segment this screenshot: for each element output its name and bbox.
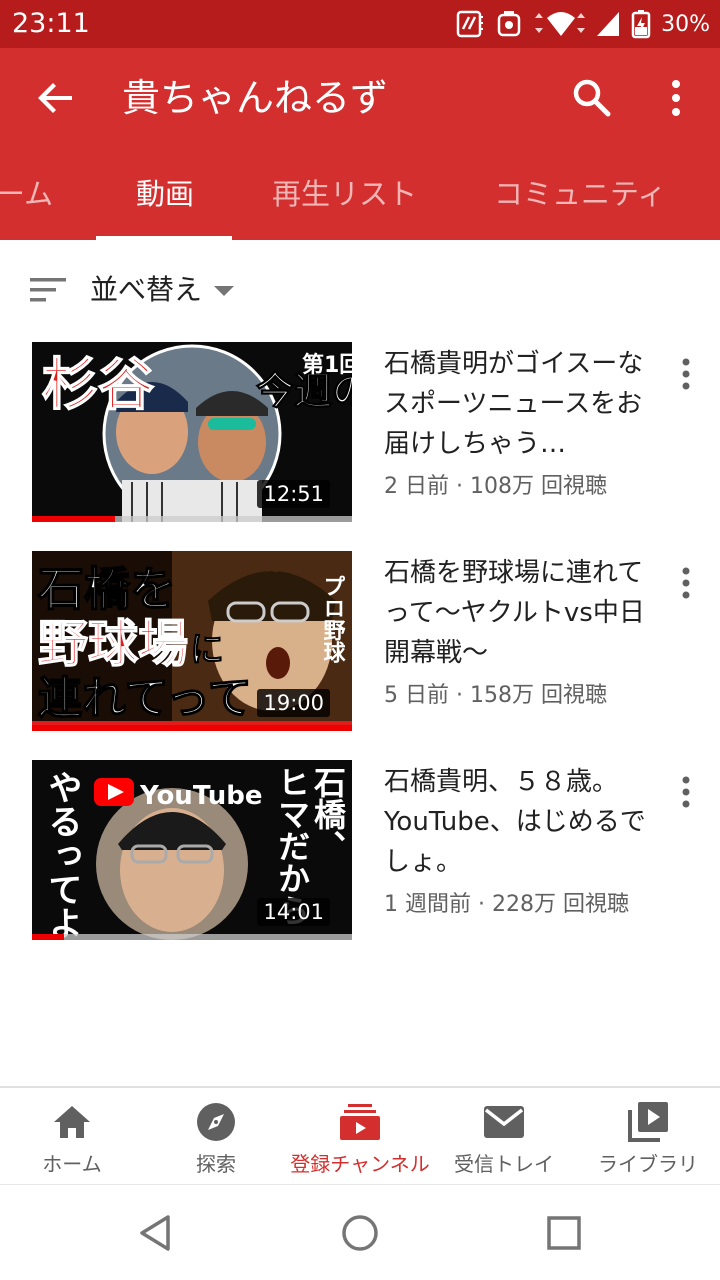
library-icon: [628, 1102, 668, 1142]
dropdown-caret-icon: [214, 286, 234, 296]
video-menu-icon[interactable]: [668, 563, 704, 603]
subscriptions-icon: [340, 1104, 380, 1140]
back-arrow-icon[interactable]: [32, 74, 80, 122]
search-icon[interactable]: [568, 74, 616, 122]
wifi-icon: [535, 12, 586, 36]
nav-library[interactable]: ライブラリ: [576, 1088, 720, 1184]
video-duration: 12:51: [257, 480, 330, 508]
video-title[interactable]: 石橋貴明がゴイスーなスポーツニュースをお届けしちゃう…: [384, 344, 654, 464]
video-item[interactable]: 石橋を 野球場 に 連れてって プロ野球 19:00 石橋を野球場に連れてって〜…: [0, 551, 720, 731]
nav-label: 登録チャンネル: [290, 1152, 430, 1176]
channel-tabs: ーム 動画 再生リスト コミュニティ: [0, 168, 720, 240]
nav-label: 探索: [196, 1152, 236, 1176]
nav-inbox[interactable]: 受信トレイ: [432, 1088, 576, 1184]
thumbnail-caption-line3: 連れてって: [38, 673, 252, 724]
nav-subscriptions[interactable]: 登録チャンネル: [288, 1088, 432, 1184]
thumbnail-caption-right1: 石橋、: [309, 766, 347, 862]
video-item[interactable]: 杉谷 今週の 第1回 12:51 石橋貴明がゴイスーなスポーツニュースをお届けし…: [0, 342, 720, 522]
status-time: 23:11: [12, 8, 90, 39]
alarm-icon: [497, 11, 521, 37]
thumbnail-caption-line2: 野球場: [38, 614, 188, 673]
video-menu-icon[interactable]: [668, 354, 704, 394]
battery-percent: 30%: [661, 11, 710, 37]
sort-control[interactable]: 並べ替え: [0, 260, 720, 324]
video-menu-icon[interactable]: [668, 772, 704, 812]
watch-progress-fill: [32, 934, 64, 940]
watch-progress: [32, 725, 352, 731]
sort-icon: [30, 278, 66, 302]
video-duration: 14:01: [257, 898, 330, 926]
video-item[interactable]: やるってよ YouTube 石橋、 ヒマだから 14:01 石橋貴明、５８歳。Y…: [0, 760, 720, 940]
video-thumbnail[interactable]: 杉谷 今週の 第1回 12:51: [32, 342, 352, 522]
nav-label: ホーム: [42, 1152, 102, 1176]
video-title[interactable]: 石橋貴明、５８歳。YouTube、はじめるでしょ。: [384, 762, 654, 882]
thumbnail-caption-line1: 石橋を: [38, 562, 176, 616]
thumbnail-caption-side: プロ野球: [320, 575, 346, 663]
watch-progress: [32, 516, 352, 522]
video-thumbnail[interactable]: やるってよ YouTube 石橋、 ヒマだから 14:01: [32, 760, 352, 940]
tab-playlists[interactable]: 再生リスト: [272, 174, 417, 214]
tab-videos[interactable]: 動画: [136, 174, 194, 214]
thumbnail-caption-left: やるってよ: [42, 770, 82, 940]
watch-progress-fill: [32, 516, 116, 522]
video-title[interactable]: 石橋を野球場に連れてって〜ヤクルトvs中日開幕戦〜: [384, 553, 654, 673]
system-navigation-bar: [0, 1184, 720, 1280]
channel-title: 貴ちゃんねるず: [122, 76, 389, 120]
tab-home[interactable]: ーム: [0, 174, 53, 214]
system-back-icon[interactable]: [134, 1211, 178, 1255]
video-meta: 5 日前 · 158万 回視聴: [384, 683, 607, 708]
nav-home[interactable]: ホーム: [0, 1088, 144, 1184]
video-meta: 2 日前 · 108万 回視聴: [384, 474, 607, 499]
status-icons: 30%: [455, 8, 710, 40]
video-thumbnail[interactable]: 石橋を 野球場 に 連れてって プロ野球 19:00: [32, 551, 352, 731]
watch-progress-fill: [32, 725, 352, 731]
nfc-icon: [456, 10, 484, 38]
tab-community[interactable]: コミュニティ: [494, 174, 666, 214]
signal-icon: [597, 12, 620, 36]
nav-explore[interactable]: 探索: [144, 1088, 288, 1184]
more-vert-icon[interactable]: [652, 74, 700, 122]
explore-icon: [197, 1103, 235, 1141]
active-tab-indicator: [96, 236, 232, 240]
thumbnail-caption-brand: YouTube: [139, 781, 262, 811]
home-icon: [54, 1106, 90, 1138]
watch-progress: [32, 934, 352, 940]
thumbnail-caption-line2b: に: [190, 630, 224, 670]
video-meta: 1 週間前 · 228万 回視聴: [384, 892, 629, 917]
thumbnail-caption-badge: 第1回: [302, 352, 352, 378]
bottom-navigation: ホーム 探索 登録チャンネル 受信トレイ ライブラリ: [0, 1086, 720, 1184]
system-recents-icon[interactable]: [542, 1211, 586, 1255]
inbox-icon: [484, 1106, 524, 1138]
nav-label: 受信トレイ: [454, 1152, 554, 1176]
battery-icon: [631, 10, 651, 39]
sort-label: 並べ替え: [90, 273, 203, 306]
system-home-icon[interactable]: [338, 1211, 382, 1255]
video-duration: 19:00: [257, 689, 330, 717]
app-bar: 貴ちゃんねるず ーム 動画 再生リスト コミュニティ: [0, 48, 720, 240]
nav-label: ライブラリ: [598, 1152, 698, 1176]
status-bar: 23:11 30%: [0, 0, 720, 48]
